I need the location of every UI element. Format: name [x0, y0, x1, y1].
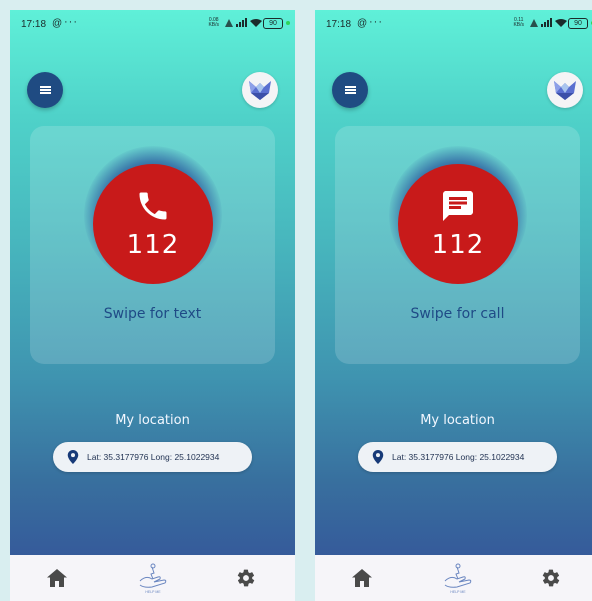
- location-title: My location: [420, 413, 495, 428]
- signal-wifi-icon: [225, 18, 262, 27]
- status-time: 17:18: [326, 19, 352, 30]
- message-icon: [443, 191, 473, 221]
- emergency-card[interactable]: 112 Swipe for call: [335, 126, 580, 364]
- phone-screen-right: 17:18 @ ··· 0.11 KB/s 90 112 Swipe for c…: [315, 10, 592, 601]
- bottom-navigation: HELP ME: [315, 555, 592, 601]
- emergency-number: 112: [126, 230, 180, 260]
- menu-button[interactable]: [332, 72, 368, 108]
- phone-icon: [139, 192, 167, 220]
- location-title: My location: [115, 413, 190, 428]
- fox-logo-icon: [554, 81, 576, 100]
- swipe-hint: Swipe for call: [410, 306, 505, 322]
- status-at-icon: @: [52, 18, 63, 29]
- home-icon[interactable]: [47, 569, 67, 587]
- status-more-icon: ···: [64, 16, 78, 28]
- bottom-navigation: HELP ME: [10, 555, 295, 601]
- help-me-logo-text: HELP ME: [450, 590, 466, 594]
- emergency-number: 112: [431, 230, 485, 260]
- location-coordinates: Lat: 35.3177976 Long: 25.1022934: [87, 452, 220, 462]
- home-icon[interactable]: [352, 569, 372, 587]
- settings-gear-icon[interactable]: [236, 568, 256, 588]
- avatar[interactable]: [547, 72, 583, 108]
- help-me-logo-icon[interactable]: HELP ME: [439, 561, 477, 595]
- status-time: 17:18: [21, 19, 47, 30]
- network-speed: 0.08 KB/s: [208, 18, 219, 28]
- status-more-icon: ···: [369, 16, 383, 28]
- emergency-call-button[interactable]: 112: [93, 164, 213, 284]
- help-me-logo-text: HELP ME: [145, 590, 161, 594]
- signal-wifi-icon: [530, 18, 567, 27]
- battery-icon: 90: [568, 18, 588, 29]
- network-speed: 0.11 KB/s: [513, 18, 524, 28]
- menu-button[interactable]: [27, 72, 63, 108]
- location-coordinates: Lat: 35.3177976 Long: 25.1022934: [392, 452, 525, 462]
- privacy-dot: [286, 21, 290, 25]
- help-me-logo-icon[interactable]: HELP ME: [134, 561, 172, 595]
- location-pin-icon: [372, 450, 384, 464]
- location-pin-icon: [67, 450, 79, 464]
- emergency-card[interactable]: 112 Swipe for text: [30, 126, 275, 364]
- location-pill: Lat: 35.3177976 Long: 25.1022934: [53, 442, 252, 472]
- network-speed-unit: KB/s: [208, 22, 219, 28]
- status-bar: 17:18 @ ··· 0.08 KB/s 90: [10, 10, 295, 38]
- fox-logo-icon: [249, 81, 271, 100]
- settings-gear-icon[interactable]: [541, 568, 561, 588]
- network-speed-unit: KB/s: [513, 22, 524, 28]
- location-pill: Lat: 35.3177976 Long: 25.1022934: [358, 442, 557, 472]
- menu-icon: [39, 86, 51, 94]
- emergency-text-button[interactable]: 112: [398, 164, 518, 284]
- status-bar: 17:18 @ ··· 0.11 KB/s 90: [315, 10, 592, 38]
- swipe-hint: Swipe for text: [103, 306, 202, 322]
- menu-icon: [344, 86, 356, 94]
- status-at-icon: @: [357, 18, 368, 29]
- battery-icon: 90: [263, 18, 283, 29]
- phone-screen-left: 17:18 @ ··· 0.08 KB/s 90 112 Swipe for t…: [10, 10, 295, 601]
- avatar[interactable]: [242, 72, 278, 108]
